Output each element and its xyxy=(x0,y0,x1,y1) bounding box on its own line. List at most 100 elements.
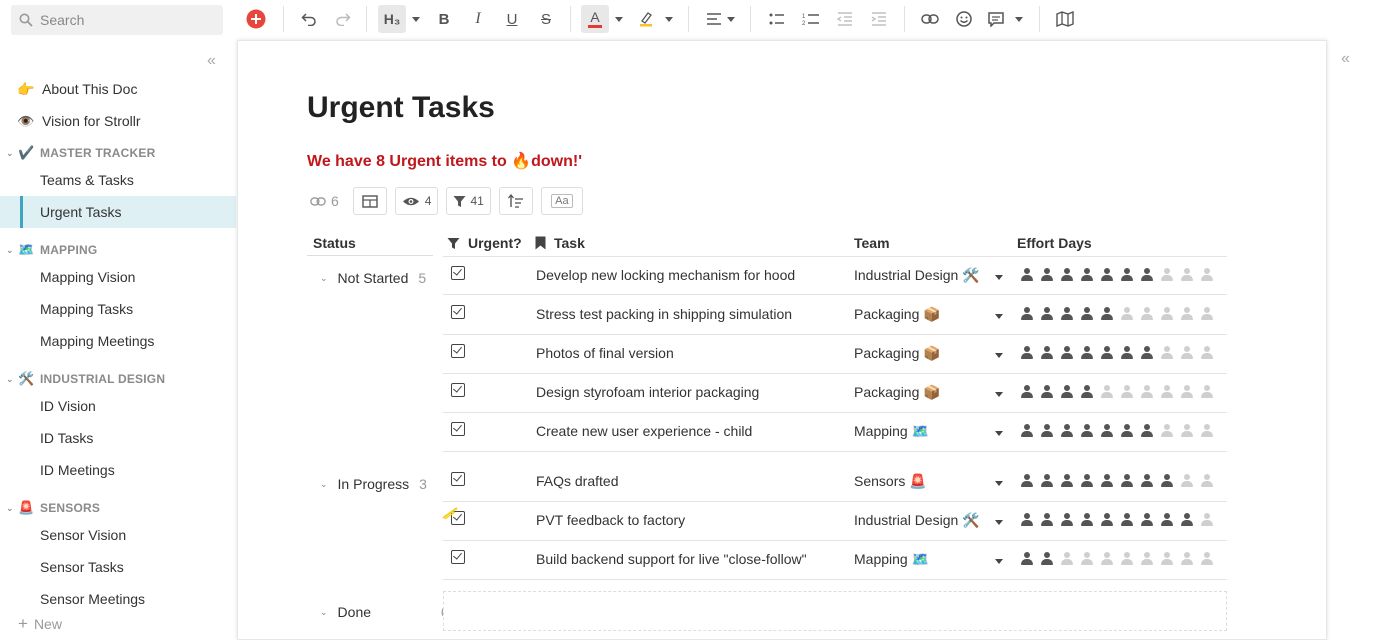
person-icon[interactable] xyxy=(1140,424,1154,438)
sidebar-item-id-tasks[interactable]: ID Tasks xyxy=(0,422,236,454)
person-icon[interactable] xyxy=(1140,552,1154,566)
person-icon[interactable] xyxy=(1180,552,1194,566)
person-icon[interactable] xyxy=(1060,424,1074,438)
team-dropdown-icon[interactable] xyxy=(995,481,1003,486)
person-icon[interactable] xyxy=(1100,474,1114,488)
collapse-right-panel-icon[interactable]: « xyxy=(1341,50,1350,68)
person-icon[interactable] xyxy=(1200,552,1214,566)
person-icon[interactable] xyxy=(1100,307,1114,321)
numbered-list-button[interactable]: 12 xyxy=(801,5,821,33)
person-icon[interactable] xyxy=(1160,424,1174,438)
person-icon[interactable] xyxy=(1060,385,1074,399)
new-page-button[interactable]: + New xyxy=(18,614,62,634)
person-icon[interactable] xyxy=(1120,513,1134,527)
person-icon[interactable] xyxy=(1200,307,1214,321)
person-icon[interactable] xyxy=(1020,552,1034,566)
person-icon[interactable] xyxy=(1160,513,1174,527)
group-in-progress[interactable]: ⌄ In Progress 3 xyxy=(320,476,427,492)
effort-rating[interactable] xyxy=(1020,307,1220,321)
person-icon[interactable] xyxy=(1080,307,1094,321)
person-icon[interactable] xyxy=(1040,474,1054,488)
team-cell[interactable]: Mapping 🗺️ xyxy=(854,551,929,568)
person-icon[interactable] xyxy=(1200,513,1214,527)
person-icon[interactable] xyxy=(1100,424,1114,438)
person-icon[interactable] xyxy=(1040,268,1054,282)
urgent-checkbox[interactable] xyxy=(451,344,465,358)
person-icon[interactable] xyxy=(1040,385,1054,399)
team-cell[interactable]: Sensors 🚨 xyxy=(854,473,927,490)
person-icon[interactable] xyxy=(1200,346,1214,360)
person-icon[interactable] xyxy=(1140,346,1154,360)
person-icon[interactable] xyxy=(1200,474,1214,488)
person-icon[interactable] xyxy=(1140,513,1154,527)
empty-group-drop-zone[interactable] xyxy=(443,591,1227,631)
person-icon[interactable] xyxy=(1080,424,1094,438)
heading-button[interactable]: H₃ xyxy=(378,5,406,33)
highlight-button[interactable] xyxy=(636,5,656,33)
person-icon[interactable] xyxy=(1100,513,1114,527)
person-icon[interactable] xyxy=(1160,552,1174,566)
effort-rating[interactable] xyxy=(1020,346,1220,360)
section-mapping[interactable]: ⌄ 🗺️ MAPPING xyxy=(0,237,236,263)
person-icon[interactable] xyxy=(1160,385,1174,399)
person-icon[interactable] xyxy=(1160,268,1174,282)
person-icon[interactable] xyxy=(1060,552,1074,566)
table-row[interactable]: PVT feedback to factory Industrial Desig… xyxy=(443,502,1227,541)
person-icon[interactable] xyxy=(1100,552,1114,566)
table-row[interactable]: FAQs drafted Sensors 🚨 xyxy=(443,463,1227,502)
person-icon[interactable] xyxy=(1080,474,1094,488)
urgent-checkbox[interactable] xyxy=(451,550,465,564)
person-icon[interactable] xyxy=(1060,513,1074,527)
task-cell[interactable]: Design styrofoam interior packaging xyxy=(536,384,759,400)
person-icon[interactable] xyxy=(1120,385,1134,399)
task-cell[interactable]: Photos of final version xyxy=(536,345,674,361)
effort-rating[interactable] xyxy=(1020,385,1220,399)
person-icon[interactable] xyxy=(1080,385,1094,399)
person-icon[interactable] xyxy=(1060,268,1074,282)
task-cell[interactable]: Create new user experience - child xyxy=(536,423,752,439)
map-view-button[interactable] xyxy=(1055,5,1075,33)
team-cell[interactable]: Packaging 📦 xyxy=(854,306,941,323)
column-header-urgent[interactable]: Urgent? xyxy=(447,235,522,251)
person-icon[interactable] xyxy=(1160,474,1174,488)
sidebar-item-sensor-vision[interactable]: Sensor Vision xyxy=(0,519,236,551)
person-icon[interactable] xyxy=(1180,307,1194,321)
sort-button[interactable] xyxy=(498,187,533,215)
comment-button[interactable] xyxy=(986,5,1006,33)
person-icon[interactable] xyxy=(1020,346,1034,360)
person-icon[interactable] xyxy=(1120,307,1134,321)
task-cell[interactable]: FAQs drafted xyxy=(536,473,618,489)
font-size-button[interactable]: Aa xyxy=(540,187,583,215)
sidebar-item-id-vision[interactable]: ID Vision xyxy=(0,390,236,422)
text-color-button[interactable]: A xyxy=(581,5,609,33)
person-icon[interactable] xyxy=(1040,424,1054,438)
person-icon[interactable] xyxy=(1060,307,1074,321)
person-icon[interactable] xyxy=(1080,513,1094,527)
column-header-effort[interactable]: Effort Days xyxy=(1017,235,1092,251)
person-icon[interactable] xyxy=(1060,346,1074,360)
sidebar-item-about[interactable]: 👉 About This Doc xyxy=(0,73,236,105)
table-view-button[interactable] xyxy=(352,187,387,215)
team-dropdown-icon[interactable] xyxy=(995,559,1003,564)
person-icon[interactable] xyxy=(1160,307,1174,321)
urgent-checkbox[interactable] xyxy=(451,383,465,397)
person-icon[interactable] xyxy=(1140,307,1154,321)
person-icon[interactable] xyxy=(1040,552,1054,566)
table-row[interactable]: Develop new locking mechanism for hood I… xyxy=(443,256,1227,295)
person-icon[interactable] xyxy=(1060,474,1074,488)
indent-button[interactable] xyxy=(869,5,889,33)
column-header-task[interactable]: Task xyxy=(535,235,585,251)
task-cell[interactable]: Build backend support for live "close-fo… xyxy=(536,551,807,567)
person-icon[interactable] xyxy=(1020,424,1034,438)
sidebar-item-mapping-tasks[interactable]: Mapping Tasks xyxy=(0,293,236,325)
table-row[interactable]: Create new user experience - child Mappi… xyxy=(443,413,1227,452)
person-icon[interactable] xyxy=(1020,268,1034,282)
column-header-team[interactable]: Team xyxy=(854,235,890,251)
effort-rating[interactable] xyxy=(1020,474,1220,488)
team-dropdown-icon[interactable] xyxy=(995,353,1003,358)
search-input[interactable]: Search xyxy=(11,5,223,35)
person-icon[interactable] xyxy=(1120,268,1134,282)
person-icon[interactable] xyxy=(1120,346,1134,360)
person-icon[interactable] xyxy=(1180,424,1194,438)
urgent-checkbox[interactable] xyxy=(451,422,465,436)
